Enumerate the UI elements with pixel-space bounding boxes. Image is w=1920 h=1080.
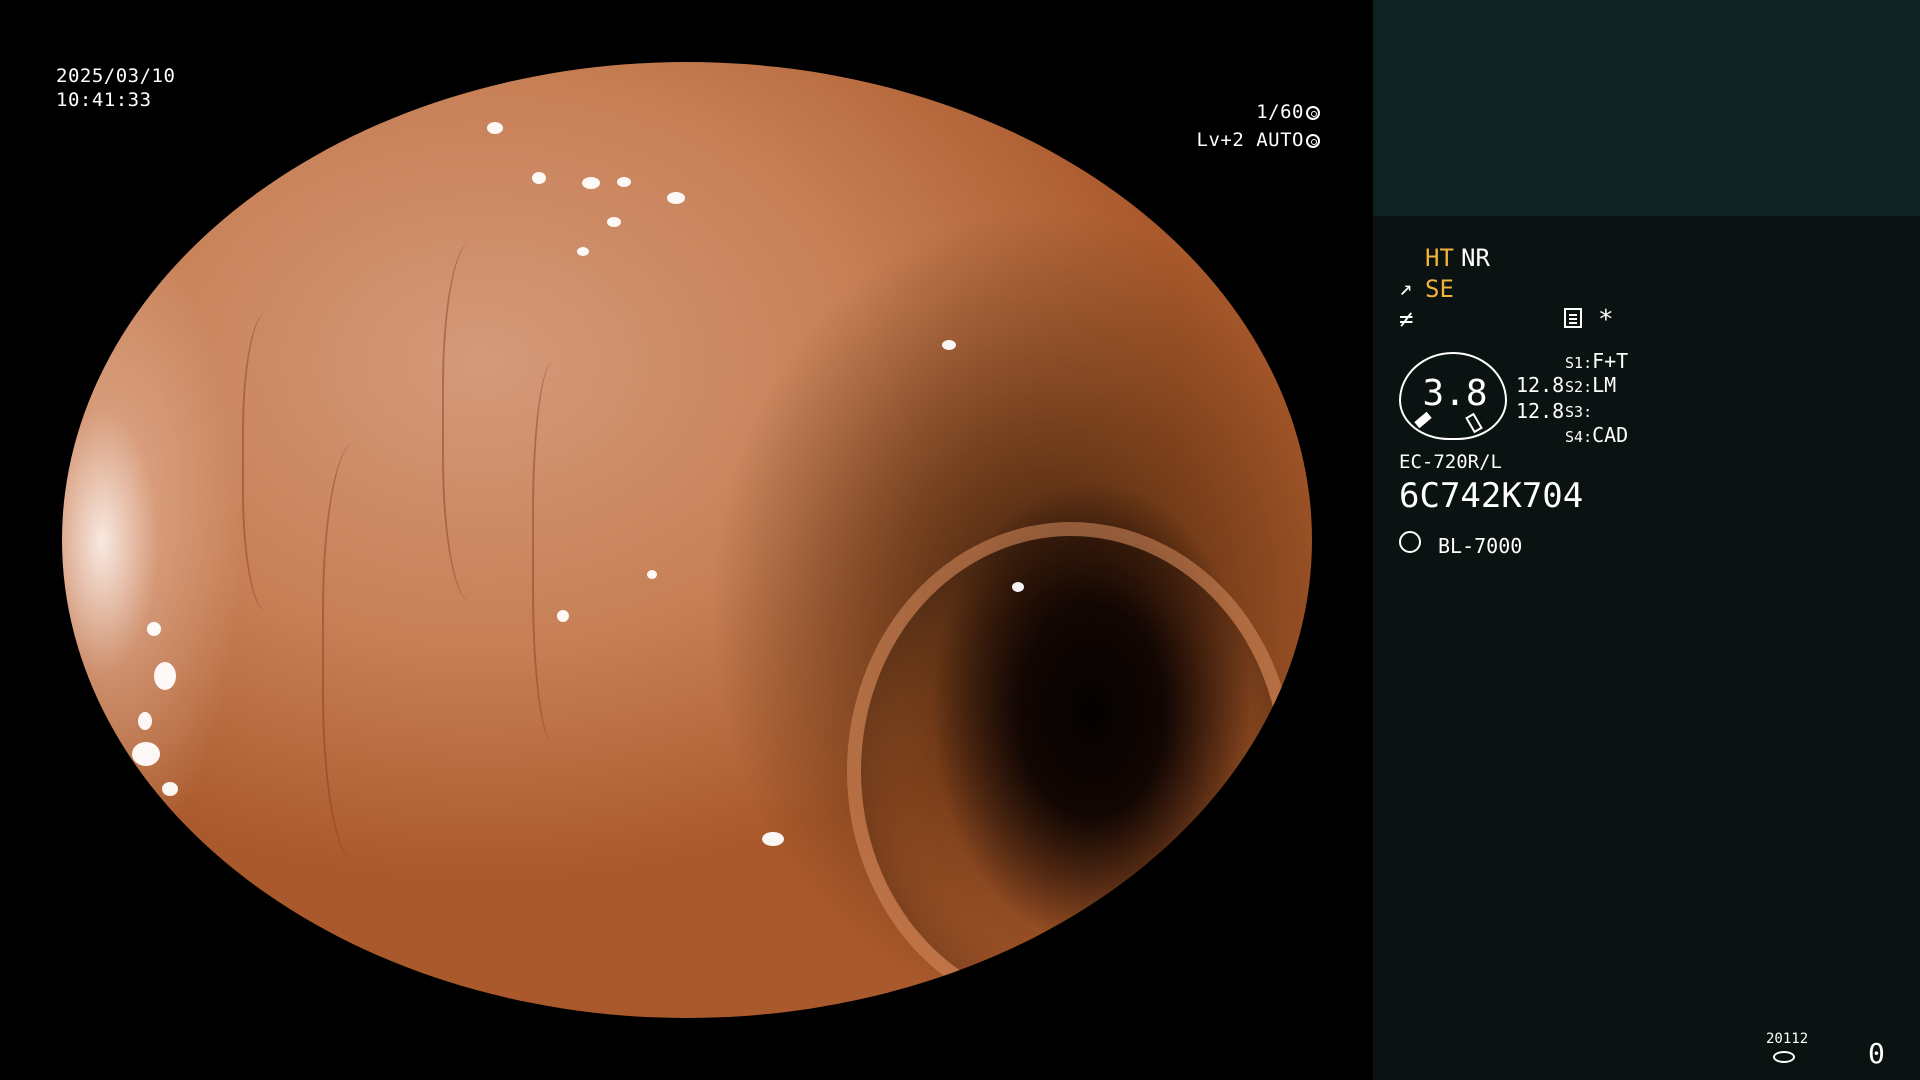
specular-highlight (162, 782, 178, 796)
vessel (322, 442, 404, 862)
image-count: 0 (1868, 1037, 1885, 1070)
iris-label: Lv+2 AUTO (1196, 129, 1304, 151)
specular-highlight (557, 610, 569, 622)
nr-indicator: NR (1461, 244, 1490, 272)
exam-time: 10:41:33 (56, 89, 152, 111)
iris-mode: Lv+2 AUTO (1160, 128, 1320, 152)
gauge-value: 3.8 (1422, 373, 1488, 414)
iris-icon (1306, 134, 1320, 148)
storage-count: 20112 (1766, 1031, 1809, 1047)
shutter-speed: 1/60 (1220, 100, 1320, 124)
asterisk-icon: * (1598, 305, 1614, 335)
lumen-fold (847, 522, 1295, 1018)
switch-slot: S1 (1565, 354, 1584, 372)
memo-icon (1564, 308, 1582, 328)
switch-label: F+T (1592, 349, 1629, 373)
light-source-icon (1399, 531, 1421, 553)
status-panel: HT NR ↗ SE ≠ * 3.8 12.8 12.8 S1:F+T S2:L… (1373, 0, 1920, 1080)
light-source: BL-7000 (1438, 534, 1523, 558)
specular-highlight (132, 742, 160, 766)
gauge-left-marker (1414, 411, 1432, 429)
structure-enhance-icon: ↗ (1399, 276, 1413, 301)
vessel (242, 312, 304, 612)
mask-bottom (0, 1018, 1372, 1080)
thumbnail-area (1373, 0, 1920, 216)
switch-label: LM (1592, 373, 1617, 397)
specular-highlight (942, 340, 956, 350)
zoom-gauge: 3.8 (1399, 352, 1507, 440)
scope-model: EC-720R/L (1399, 451, 1502, 473)
se-indicator: SE (1425, 275, 1454, 303)
specular-highlight (1012, 582, 1024, 592)
specular-highlight (147, 622, 161, 636)
shutter-label: 1/60 (1256, 101, 1304, 123)
vessel (442, 242, 514, 602)
gauge-right-marker (1465, 412, 1483, 434)
vessel (532, 362, 584, 742)
mask-top (0, 0, 1372, 61)
gauge-value-1: 12.8 (1516, 373, 1565, 397)
specular-highlight (582, 177, 600, 189)
specular-highlight (138, 712, 152, 730)
switch-s2: S2:LM (1565, 373, 1617, 397)
gauge-value-2: 12.8 (1516, 399, 1565, 423)
disk-icon (1773, 1051, 1795, 1063)
specular-highlight (517, 67, 539, 77)
switch-slot: S2 (1565, 378, 1584, 396)
specular-highlight (607, 217, 621, 227)
shutter-icon (1306, 106, 1320, 120)
exam-date: 2025/03/10 (56, 65, 176, 87)
switch-s1: S1:F+T (1565, 349, 1629, 373)
specular-highlight (617, 177, 631, 187)
specular-highlight (577, 247, 589, 256)
specular-highlight (762, 832, 784, 846)
specular-highlight (532, 172, 546, 184)
switch-slot: S4 (1565, 428, 1584, 446)
switch-slot: S3 (1565, 403, 1584, 421)
specular-highlight (667, 192, 685, 204)
specular-highlight (154, 662, 176, 690)
specular-highlight (647, 570, 657, 579)
switch-s3: S3: (1565, 403, 1593, 421)
switch-s4: S4:CAD (1565, 423, 1629, 447)
endoscope-view (62, 62, 1312, 1018)
specular-highlight (487, 122, 503, 134)
scope-serial: 6C742K704 (1399, 476, 1584, 516)
color-icon: ≠ (1399, 305, 1414, 333)
ht-indicator: HT (1425, 244, 1454, 272)
switch-label: CAD (1592, 423, 1629, 447)
